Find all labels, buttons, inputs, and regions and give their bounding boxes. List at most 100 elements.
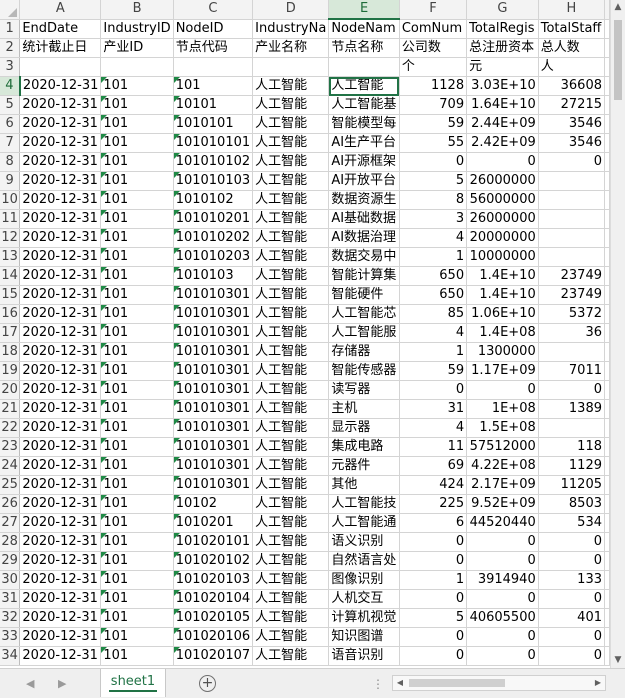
cell-overflow[interactable] bbox=[604, 323, 610, 343]
cell-d28[interactable]: 人工智能 bbox=[252, 532, 330, 552]
cell-c13[interactable]: 101010203 bbox=[173, 247, 254, 267]
cell-overflow[interactable] bbox=[604, 266, 610, 286]
cell-e25[interactable]: 其他 bbox=[328, 475, 400, 495]
cell-d14[interactable]: 人工智能 bbox=[252, 266, 330, 286]
cell-overflow[interactable] bbox=[604, 589, 610, 609]
cell-b15[interactable]: 101 bbox=[100, 285, 174, 305]
cell-a2[interactable]: 统计截止日 bbox=[19, 38, 102, 58]
cell-g18[interactable]: 1300000 bbox=[466, 342, 539, 362]
cell-h7[interactable]: 3546 bbox=[538, 133, 606, 153]
cell-f9[interactable]: 5 bbox=[399, 171, 468, 191]
cell-a32[interactable]: 2020-12-31 bbox=[19, 608, 102, 628]
cell-overflow[interactable] bbox=[604, 114, 610, 134]
cell-overflow[interactable] bbox=[604, 152, 610, 172]
cell-e22[interactable]: 显示器 bbox=[328, 418, 400, 438]
row-header[interactable]: 15 bbox=[0, 285, 21, 305]
cell-d29[interactable]: 人工智能 bbox=[252, 551, 330, 571]
row-header[interactable]: 6 bbox=[0, 114, 21, 134]
cell-f32[interactable]: 5 bbox=[399, 608, 468, 628]
cell-g29[interactable]: 0 bbox=[466, 551, 539, 571]
row-header[interactable]: 32 bbox=[0, 608, 21, 628]
cell-c31[interactable]: 101020104 bbox=[173, 589, 254, 609]
column-header-d[interactable]: D bbox=[252, 0, 330, 20]
cell-h15[interactable]: 23749 bbox=[538, 285, 606, 305]
cell-a23[interactable]: 2020-12-31 bbox=[19, 437, 102, 457]
cell-b14[interactable]: 101 bbox=[100, 266, 174, 286]
cell-b29[interactable]: 101 bbox=[100, 551, 174, 571]
cell-b24[interactable]: 101 bbox=[100, 456, 174, 476]
cell-b5[interactable]: 101 bbox=[100, 95, 174, 115]
cell-e16[interactable]: 人工智能芯 bbox=[328, 304, 400, 324]
cell-b33[interactable]: 101 bbox=[100, 627, 174, 647]
cell-overflow[interactable] bbox=[604, 171, 610, 191]
cell-b6[interactable]: 101 bbox=[100, 114, 174, 134]
cell-f6[interactable]: 59 bbox=[399, 114, 468, 134]
cell-c9[interactable]: 101010103 bbox=[173, 171, 254, 191]
cell-e20[interactable]: 读写器 bbox=[328, 380, 400, 400]
cell-b18[interactable]: 101 bbox=[100, 342, 174, 362]
cell-a19[interactable]: 2020-12-31 bbox=[19, 361, 102, 381]
cell-c23[interactable]: 101010301 bbox=[173, 437, 254, 457]
cell-h12[interactable] bbox=[538, 228, 606, 248]
cell-a18[interactable]: 2020-12-31 bbox=[19, 342, 102, 362]
cell-g20[interactable]: 0 bbox=[466, 380, 539, 400]
cell-a20[interactable]: 2020-12-31 bbox=[19, 380, 102, 400]
cell-h30[interactable]: 133 bbox=[538, 570, 606, 590]
cell-c29[interactable]: 101020102 bbox=[173, 551, 254, 571]
cell-c8[interactable]: 101010102 bbox=[173, 152, 254, 172]
cell-a34[interactable]: 2020-12-31 bbox=[19, 646, 102, 666]
cell-b23[interactable]: 101 bbox=[100, 437, 174, 457]
cell-h24[interactable]: 1129 bbox=[538, 456, 606, 476]
cell-f7[interactable]: 55 bbox=[399, 133, 468, 153]
cell-c15[interactable]: 101010301 bbox=[173, 285, 254, 305]
cell-h22[interactable] bbox=[538, 418, 606, 438]
cell-f18[interactable]: 1 bbox=[399, 342, 468, 362]
row-header[interactable]: 26 bbox=[0, 494, 21, 514]
cell-c30[interactable]: 101020103 bbox=[173, 570, 254, 590]
cell-f29[interactable]: 0 bbox=[399, 551, 468, 571]
cell-b13[interactable]: 101 bbox=[100, 247, 174, 267]
cell-f25[interactable]: 424 bbox=[399, 475, 468, 495]
cell-h33[interactable]: 0 bbox=[538, 627, 606, 647]
row-header[interactable]: 8 bbox=[0, 152, 21, 172]
cell-h11[interactable] bbox=[538, 209, 606, 229]
cell-h16[interactable]: 5372 bbox=[538, 304, 606, 324]
column-header-b[interactable]: B bbox=[100, 0, 174, 20]
cell-overflow[interactable] bbox=[604, 475, 610, 495]
cell-g33[interactable]: 0 bbox=[466, 627, 539, 647]
cell-b27[interactable]: 101 bbox=[100, 513, 174, 533]
cell-d7[interactable]: 人工智能 bbox=[252, 133, 330, 153]
cell-f16[interactable]: 85 bbox=[399, 304, 468, 324]
select-all-corner[interactable] bbox=[0, 0, 21, 20]
cell-d17[interactable]: 人工智能 bbox=[252, 323, 330, 343]
cell-a9[interactable]: 2020-12-31 bbox=[19, 171, 102, 191]
cell-e15[interactable]: 智能硬件 bbox=[328, 285, 400, 305]
cell-f20[interactable]: 0 bbox=[399, 380, 468, 400]
cell-b30[interactable]: 101 bbox=[100, 570, 174, 590]
row-header[interactable]: 10 bbox=[0, 190, 21, 210]
cell-overflow[interactable] bbox=[604, 19, 610, 39]
cell-b25[interactable]: 101 bbox=[100, 475, 174, 495]
cell-d2[interactable]: 产业名称 bbox=[252, 38, 330, 58]
cell-f15[interactable]: 650 bbox=[399, 285, 468, 305]
cell-f27[interactable]: 6 bbox=[399, 513, 468, 533]
cell-d25[interactable]: 人工智能 bbox=[252, 475, 330, 495]
cell-e11[interactable]: AI基础数据 bbox=[328, 209, 400, 229]
cell-overflow[interactable] bbox=[604, 494, 610, 514]
cell-c1[interactable]: NodeID bbox=[173, 19, 254, 39]
cell-c22[interactable]: 101010301 bbox=[173, 418, 254, 438]
cell-d1[interactable]: IndustryNa bbox=[252, 19, 330, 39]
cell-g28[interactable]: 0 bbox=[466, 532, 539, 552]
cell-g13[interactable]: 10000000 bbox=[466, 247, 539, 267]
cell-d15[interactable]: 人工智能 bbox=[252, 285, 330, 305]
cell-h19[interactable]: 7011 bbox=[538, 361, 606, 381]
row-header[interactable]: 17 bbox=[0, 323, 21, 343]
more-options-icon[interactable]: ⋮ bbox=[372, 677, 385, 691]
cell-f12[interactable]: 4 bbox=[399, 228, 468, 248]
cell-a5[interactable]: 2020-12-31 bbox=[19, 95, 102, 115]
cell-a27[interactable]: 2020-12-31 bbox=[19, 513, 102, 533]
cell-c27[interactable]: 1010201 bbox=[173, 513, 254, 533]
cell-e19[interactable]: 智能传感器 bbox=[328, 361, 400, 381]
scroll-left-arrow-icon[interactable]: ◀ bbox=[393, 676, 407, 690]
cell-b10[interactable]: 101 bbox=[100, 190, 174, 210]
